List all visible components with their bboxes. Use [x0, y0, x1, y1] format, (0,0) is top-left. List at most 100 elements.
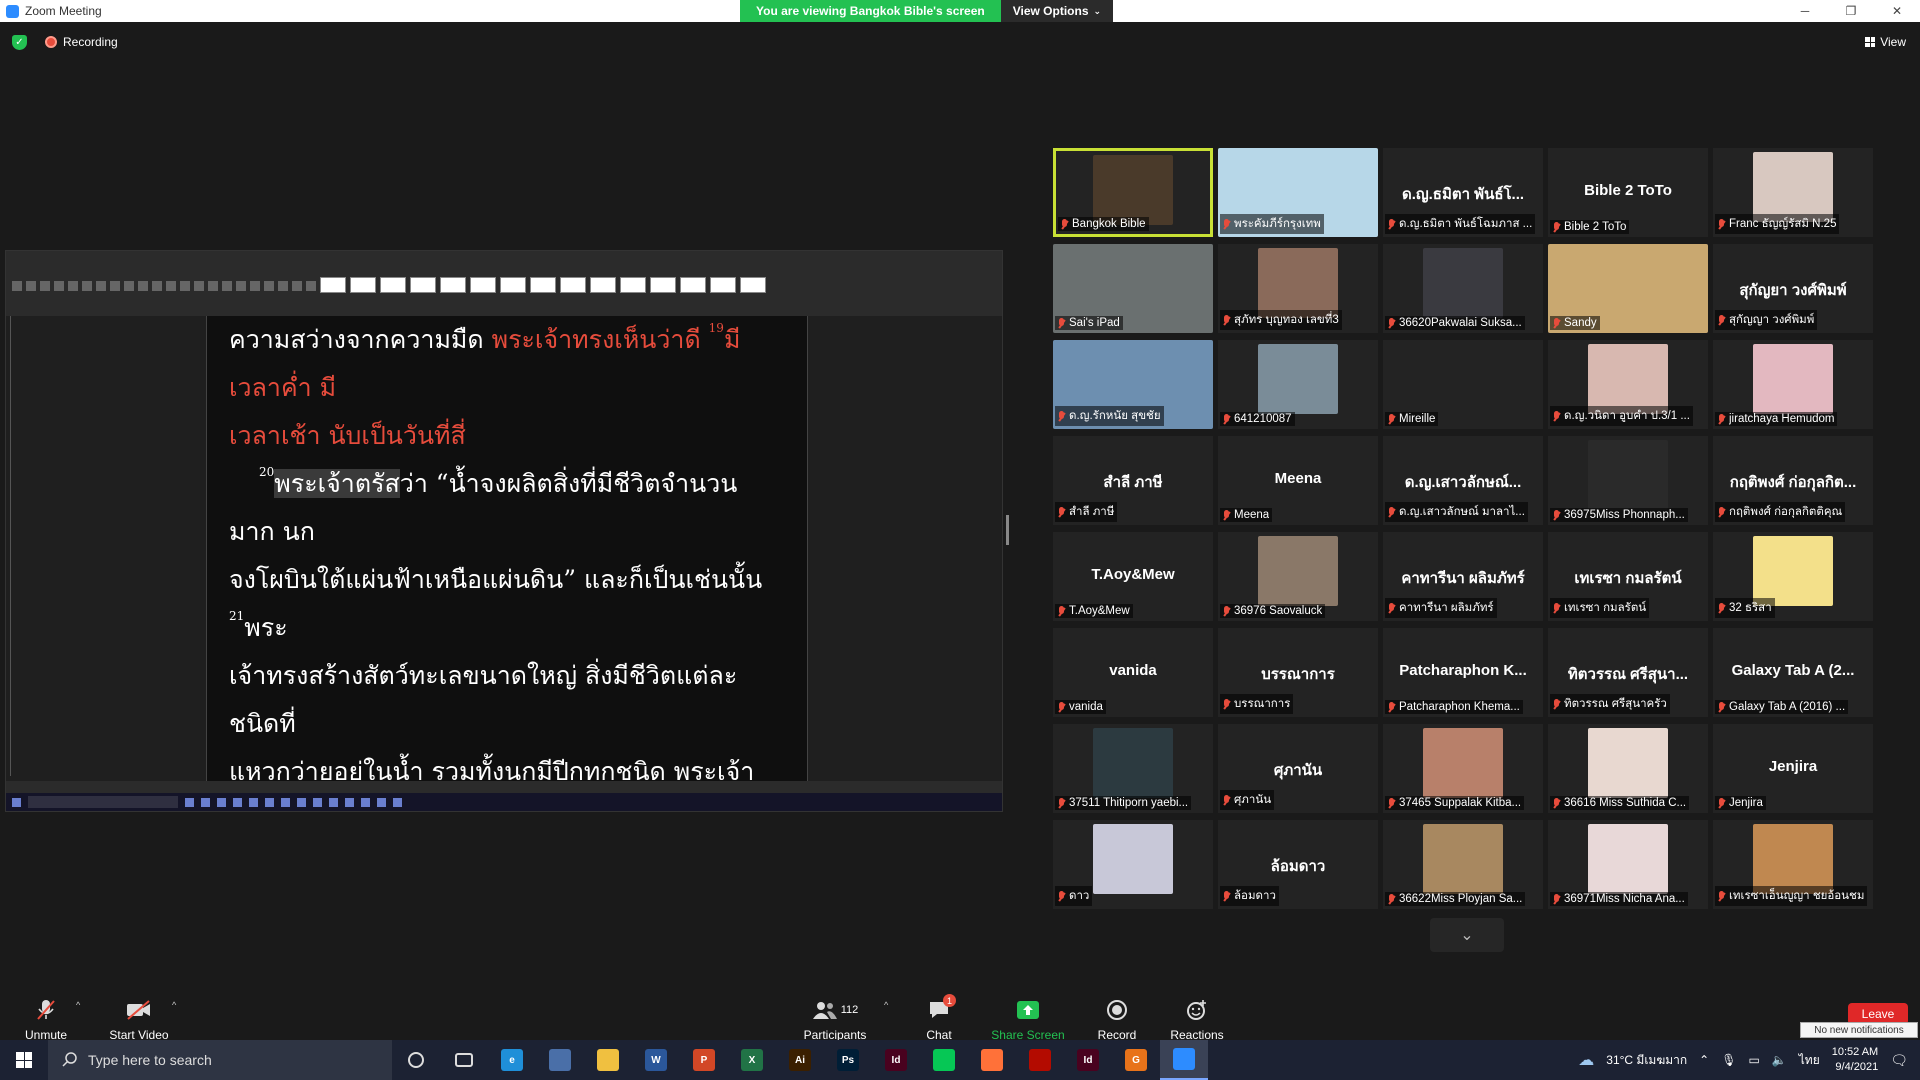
participant-tile[interactable]: คาทารีนา ผลิมภัทร์ คาทารีนา ผลิมภัทร์ — [1383, 532, 1543, 621]
view-button[interactable]: View — [1865, 35, 1906, 49]
video-options-caret-icon[interactable]: ^ — [172, 1000, 176, 1010]
participant-tile[interactable]: 37511 Thitiporn yaebi... — [1053, 724, 1213, 813]
grammarly-icon[interactable]: G — [1112, 1040, 1160, 1080]
participant-tile[interactable]: สำลี ภาษี สำลี ภาษี — [1053, 436, 1213, 525]
participant-tile[interactable]: Bible 2 ToTo Bible 2 ToTo — [1548, 148, 1708, 237]
participant-tile[interactable]: 36975Miss Phonnaph... — [1548, 436, 1708, 525]
notification-center-icon[interactable]: 🗨 — [1890, 1052, 1908, 1069]
cortana-icon[interactable] — [392, 1040, 440, 1080]
record-button[interactable]: Record — [1094, 990, 1140, 1042]
participant-name: 36620Pakwalai Suksa... — [1399, 317, 1522, 329]
participants-button[interactable]: 112 Participants — [800, 990, 870, 1042]
participant-tile[interactable]: Franc ธัญญ์รัสมิ N.25 — [1713, 148, 1873, 237]
participant-tile[interactable]: Meena Meena — [1218, 436, 1378, 525]
app-icon-glyph — [1173, 1048, 1195, 1070]
indesign2-icon[interactable]: Id — [1064, 1040, 1112, 1080]
participant-tile[interactable]: Galaxy Tab A (2... Galaxy Tab A (2016) ..… — [1713, 628, 1873, 717]
participant-tile[interactable]: 36622Miss Ployjan Sa... — [1383, 820, 1543, 909]
zoom-icon[interactable] — [1160, 1040, 1208, 1080]
line-icon[interactable] — [920, 1040, 968, 1080]
participant-tile[interactable]: ล้อมดาว ล้อมดาว — [1218, 820, 1378, 909]
unmute-button[interactable]: Unmute — [22, 990, 70, 1042]
participant-tile[interactable]: Sai's iPad — [1053, 244, 1213, 333]
participant-tile[interactable]: 36976 Saovaluck — [1218, 532, 1378, 621]
illustrator-icon[interactable]: Ai — [776, 1040, 824, 1080]
firefox-icon[interactable] — [968, 1040, 1016, 1080]
participant-tile[interactable]: สุกัญยา วงศ์พิมพ์ สุกัญญา วงศ์พิมพ์ — [1713, 244, 1873, 333]
participant-tile[interactable]: ศุภานัน ศุภานัน — [1218, 724, 1378, 813]
participant-tile[interactable]: สุภัทร บุญทอง เลขที่3 — [1218, 244, 1378, 333]
task-view-icon[interactable] — [440, 1040, 488, 1080]
security-shield-icon[interactable]: ✓ — [12, 35, 27, 50]
participant-tile[interactable]: 36971Miss Nicha Ana... — [1548, 820, 1708, 909]
participant-display-name: Jenjira — [1768, 758, 1818, 775]
next-page-button[interactable]: ⌄ — [1430, 918, 1504, 952]
view-options-button[interactable]: View Options ⌄ — [1000, 0, 1114, 22]
participant-tile[interactable]: ด.ญ.ธมิตา พันธ์โ... ด.ญ.ธมิตา พันธ์โฉมภาส… — [1383, 148, 1543, 237]
reactions-button[interactable]: Reactions — [1166, 990, 1228, 1042]
chat-button[interactable]: 1 Chat — [916, 990, 962, 1042]
close-icon[interactable]: ✕ — [1874, 0, 1920, 22]
pinned-apps: e W P X Ai Ps Id Id G — [392, 1040, 1208, 1080]
start-button[interactable] — [0, 1040, 48, 1080]
participant-tile[interactable]: พระคัมภีร์กรุงเทพ — [1218, 148, 1378, 237]
network-icon[interactable]: ▭ — [1748, 1053, 1759, 1067]
participant-tile[interactable]: vanida vanida — [1053, 628, 1213, 717]
calculator-icon[interactable] — [536, 1040, 584, 1080]
participant-tile[interactable]: Bangkok Bible — [1053, 148, 1213, 237]
participant-name: Bible 2 ToTo — [1564, 221, 1627, 233]
participant-tile[interactable]: ด.ญ.เสาวลักษณ์... ด.ญ.เสาวลักษณ์ มาลาไ... — [1383, 436, 1543, 525]
participant-name-bar: บรรณาการ — [1220, 694, 1294, 714]
shared-screen[interactable]: ความสว่างจากความมืด พระเจ้าทรงเห็นว่าดี … — [5, 250, 1003, 812]
participant-tile[interactable]: เทเรซาเอ็นญูญา ชยอ้อนชม — [1713, 820, 1873, 909]
weather-text[interactable]: 31°C มีเมฆมาก — [1606, 1051, 1687, 1070]
word-icon[interactable]: W — [632, 1040, 680, 1080]
audio-options-caret-icon[interactable]: ^ — [76, 1000, 80, 1010]
participant-tile[interactable]: ทิตวรรณ ศรีสุนา... ทิตวรรณ ศรีสุนาครัว — [1548, 628, 1708, 717]
language-indicator[interactable]: ไทย — [1799, 1051, 1820, 1070]
participant-tile[interactable]: Sandy — [1548, 244, 1708, 333]
participant-tile[interactable]: 37465 Suppalak Kitba... — [1383, 724, 1543, 813]
participant-tile[interactable]: Mireille — [1383, 340, 1543, 429]
excel-icon[interactable]: X — [728, 1040, 776, 1080]
weather-icon[interactable]: ☁ — [1578, 1050, 1594, 1070]
minimize-icon[interactable]: ─ — [1782, 0, 1828, 22]
maximize-icon[interactable]: ❐ — [1828, 0, 1874, 22]
indesign-icon[interactable]: Id — [872, 1040, 920, 1080]
chevron-up-icon[interactable]: ⌃ — [1699, 1053, 1709, 1067]
document-page[interactable]: ความสว่างจากความมืด พระเจ้าทรงเห็นว่าดี … — [206, 316, 808, 781]
participant-tile[interactable]: 32 ธริสา — [1713, 532, 1873, 621]
start-video-button[interactable]: Start Video — [106, 990, 172, 1042]
recording-indicator[interactable]: Recording — [45, 35, 118, 49]
clock[interactable]: 10:52 AM 9/4/2021 — [1832, 1045, 1878, 1075]
photoshop-icon[interactable]: Ps — [824, 1040, 872, 1080]
participant-tile[interactable]: Patcharaphon K... Patcharaphon Khema... — [1383, 628, 1543, 717]
volume-icon[interactable]: 🔈 — [1772, 1053, 1787, 1067]
participant-name: 36976 Saovaluck — [1234, 605, 1323, 617]
participant-tile[interactable]: Jenjira Jenjira — [1713, 724, 1873, 813]
acrobat-icon[interactable] — [1016, 1040, 1064, 1080]
edge-icon[interactable]: e — [488, 1040, 536, 1080]
participant-tile[interactable]: ด.ญ.รักหนัย สุขชัย — [1053, 340, 1213, 429]
participant-tile[interactable]: 641210087 — [1218, 340, 1378, 429]
participant-tile[interactable]: T.Aoy&Mew T.Aoy&Mew — [1053, 532, 1213, 621]
app-icon-glyph: G — [1125, 1049, 1147, 1071]
participant-tile[interactable]: ดาว — [1053, 820, 1213, 909]
taskbar-search-box[interactable]: Type here to search — [48, 1040, 392, 1080]
participant-tile[interactable]: 36616 Miss Suthida C... — [1548, 724, 1708, 813]
participant-tile[interactable]: ด.ญ.วนิดา อูบคำ ป.3/1 ... — [1548, 340, 1708, 429]
participant-tile[interactable]: 36620Pakwalai Suksa... — [1383, 244, 1543, 333]
participant-name-bar: Bangkok Bible — [1058, 217, 1149, 231]
participant-tile[interactable]: กฤติพงศ์ ก่อกุลกิต... กฤติพงศ์ ก่อกุลกิตต… — [1713, 436, 1873, 525]
participant-tile[interactable]: jiratchaya Hemudom — [1713, 340, 1873, 429]
microphone-icon[interactable]: 🎙 — [1721, 1053, 1736, 1067]
file-explorer-icon[interactable] — [584, 1040, 632, 1080]
share-screen-button[interactable]: Share Screen — [990, 990, 1066, 1042]
powerpoint-icon[interactable]: P — [680, 1040, 728, 1080]
clock-time: 10:52 AM — [1831, 1046, 1879, 1058]
participant-name-bar: Sandy — [1550, 316, 1600, 330]
participant-tile[interactable]: บรรณาการ บรรณาการ — [1218, 628, 1378, 717]
participants-caret-icon[interactable]: ^ — [884, 1000, 888, 1010]
split-resize-handle[interactable] — [1006, 515, 1009, 545]
participant-tile[interactable]: เทเรซา กมลรัตน์ เทเรซา กมลรัตน์ — [1548, 532, 1708, 621]
